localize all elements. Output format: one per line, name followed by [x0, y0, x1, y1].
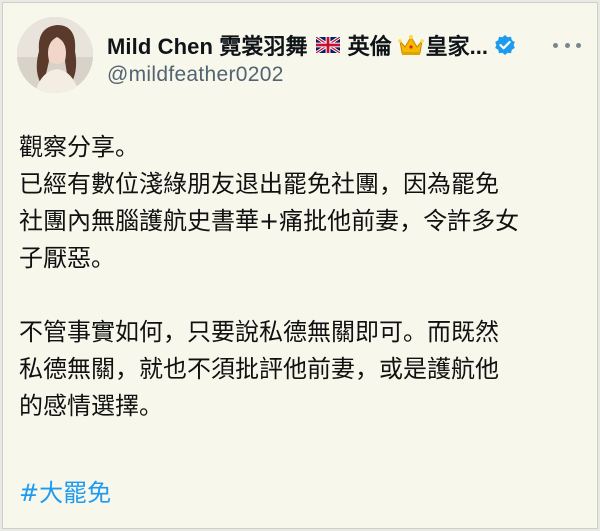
tweet-text: 觀察分享。 已經有數位淺綠朋友退出罷免社團，因為罷免 社團內無腦護航史書華+痛批… [19, 129, 583, 425]
display-name[interactable]: Mild Chen 霓裳羽舞 [107, 29, 308, 61]
more-options-button[interactable] [553, 35, 581, 55]
author-name-row[interactable]: Mild Chen 霓裳羽舞 英倫 皇家... [107, 29, 537, 61]
name-suffix: 英倫 [347, 34, 392, 59]
text-line: 社團內無腦護航史書華+痛批他前妻，令許多女 [19, 207, 520, 235]
text-line: 已經有數位淺綠朋友退出罷免社團，因為罷免 [19, 170, 499, 198]
text-line: 私德無關，就也不須批評他前妻，或是護航他 [19, 355, 499, 383]
more-dot-icon [564, 42, 570, 48]
text-line: 子厭惡。 [19, 244, 115, 272]
tweet-header: Mild Chen 霓裳羽舞 英倫 皇家... @mildfeather0202 [3, 3, 597, 103]
paragraph-1: 觀察分享。 已經有數位淺綠朋友退出罷免社團，因為罷免 社團內無腦護航史書華+痛批… [19, 129, 583, 277]
verified-icon [494, 34, 516, 56]
more-dot-icon [576, 42, 581, 48]
text-line: 的感情選擇。 [19, 392, 163, 420]
author-handle[interactable]: @mildfeather0202 [107, 63, 284, 87]
uk-flag-icon [315, 37, 340, 53]
text-line: 不管事實如何，只要說私德無關即可。而既然 [19, 318, 499, 346]
tweet-card: Mild Chen 霓裳羽舞 英倫 皇家... @mildfeather0202… [2, 2, 598, 529]
crown-icon [397, 33, 424, 57]
paragraph-2: 不管事實如何，只要說私德無關即可。而既然 私德無關，就也不須批評他前妻，或是護航… [19, 314, 583, 425]
more-dot-icon [553, 42, 558, 48]
name-suffix-2: 皇家... [425, 34, 488, 59]
text-line: 觀察分享。 [19, 133, 139, 161]
hashtag-link[interactable]: #大罷免 [19, 473, 111, 508]
avatar-image [17, 17, 93, 93]
avatar[interactable] [17, 17, 93, 93]
